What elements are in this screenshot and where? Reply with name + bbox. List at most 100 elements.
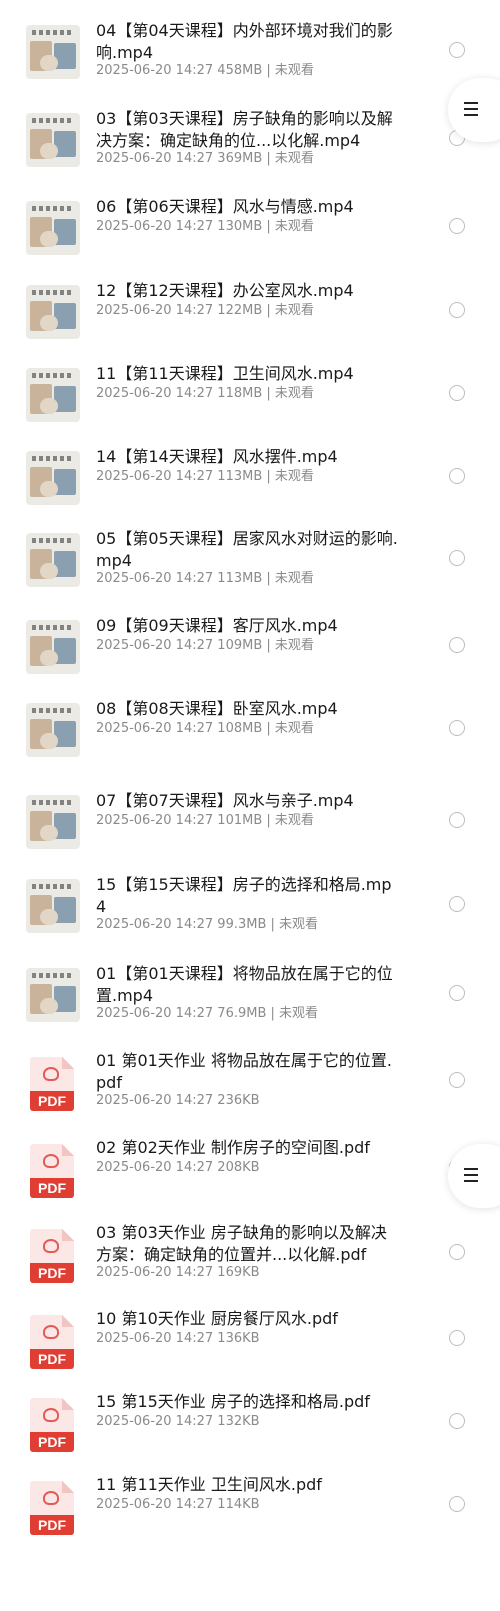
file-name: 04【第04天课程】内外部环境对我们的影响.mp4: [96, 21, 393, 62]
file-list-item[interactable]: 03【第03天课程】房子缺角的影响以及解决方案：确定缺角的位...以化解.mp4…: [0, 108, 500, 188]
file-list-item[interactable]: PDF 10 第10天作业 厨房餐厅风水.pdf 2025-06-20 14:27 …: [0, 1308, 500, 1388]
pdf-file-icon: PDF: [30, 1481, 74, 1535]
file-date: 2025-06-20 14:27: [96, 1006, 214, 1021]
file-date: 2025-06-20 14:27: [96, 1414, 214, 1429]
file-meta: 2025-06-20 14:27 118MB | 未观看: [96, 385, 416, 403]
file-list-item[interactable]: 04【第04天课程】内外部环境对我们的影响.mp4 2025-06-20 14:2…: [0, 20, 500, 100]
file-size: 113MB: [217, 469, 263, 484]
select-radio[interactable]: [449, 985, 465, 1001]
file-meta: 2025-06-20 14:27 76.9MB | 未观看: [96, 1005, 416, 1023]
watch-status: 未观看: [274, 63, 314, 78]
file-list-item[interactable]: 09【第09天课程】客厅风水.mp4 2025-06-20 14:27 109MB…: [0, 615, 500, 695]
select-radio[interactable]: [449, 896, 465, 912]
file-list-item[interactable]: 05【第05天课程】居家风水对财运的影响.mp4 2025-06-20 14:27…: [0, 528, 500, 608]
pdf-label: PDF: [30, 1091, 74, 1111]
file-size: 369MB: [217, 151, 263, 166]
select-radio[interactable]: [449, 468, 465, 484]
select-radio[interactable]: [449, 637, 465, 653]
file-date: 2025-06-20 14:27: [96, 1160, 214, 1175]
file-list-item[interactable]: PDF 02 第02天作业 制作房子的空间图.pdf 2025-06-20 14:2…: [0, 1137, 500, 1217]
watch-status: 未观看: [274, 151, 314, 166]
file-date: 2025-06-20 14:27: [96, 1265, 214, 1280]
select-radio[interactable]: [449, 1496, 465, 1512]
file-list-item[interactable]: PDF 15 第15天作业 房子的选择和格局.pdf 2025-06-20 14:2…: [0, 1391, 500, 1471]
file-size: 108MB: [217, 721, 263, 736]
meta-separator: |: [262, 219, 275, 234]
meta-separator: |: [262, 151, 275, 166]
meta-separator: |: [266, 917, 280, 932]
file-size: 132KB: [217, 1414, 260, 1429]
file-name: 12【第12天课程】办公室风水.mp4: [96, 281, 354, 300]
pdf-label: PDF: [30, 1263, 74, 1283]
file-size: 122MB: [217, 303, 263, 318]
video-thumbnail: [26, 201, 80, 255]
file-meta: 2025-06-20 14:27 236KB: [96, 1092, 416, 1110]
select-radio[interactable]: [449, 1072, 465, 1088]
watch-status: 未观看: [274, 386, 314, 401]
meta-separator: |: [262, 813, 275, 828]
select-radio[interactable]: [449, 1413, 465, 1429]
select-radio[interactable]: [449, 812, 465, 828]
file-list-item[interactable]: 15【第15天课程】房子的选择和格局.mp4 2025-06-20 14:27 9…: [0, 874, 500, 954]
pdf-file-icon: PDF: [30, 1398, 74, 1452]
pdf-label: PDF: [30, 1515, 74, 1535]
pdf-file-icon: PDF: [30, 1315, 74, 1369]
video-thumbnail: [26, 451, 80, 505]
file-size: 136KB: [217, 1331, 260, 1346]
select-radio[interactable]: [449, 385, 465, 401]
file-size: 113MB: [217, 571, 263, 586]
select-radio[interactable]: [449, 1330, 465, 1346]
select-radio[interactable]: [449, 218, 465, 234]
file-date: 2025-06-20 14:27: [96, 813, 214, 828]
file-name: 03【第03天课程】房子缺角的影响以及解决方案：确定缺角的位...以化解.mp4: [96, 109, 393, 150]
file-list-item[interactable]: 14【第14天课程】风水摆件.mp4 2025-06-20 14:27 113MB…: [0, 446, 500, 526]
select-radio[interactable]: [449, 42, 465, 58]
file-list-item[interactable]: PDF 03 第03天作业 房子缺角的影响以及解决方案：确定缺角的位置并...以化…: [0, 1222, 500, 1302]
video-thumbnail: [26, 620, 80, 674]
file-list-item[interactable]: PDF 01 第01天作业 将物品放在属于它的位置.pdf 2025-06-20 1…: [0, 1050, 500, 1130]
pdf-label: PDF: [30, 1178, 74, 1198]
watch-status: 未观看: [274, 638, 314, 653]
file-date: 2025-06-20 14:27: [96, 303, 214, 318]
file-list-item[interactable]: 07【第07天课程】风水与亲子.mp4 2025-06-20 14:27 101M…: [0, 790, 500, 870]
file-date: 2025-06-20 14:27: [96, 386, 214, 401]
file-size: 236KB: [217, 1093, 260, 1108]
meta-separator: |: [262, 469, 275, 484]
file-date: 2025-06-20 14:27: [96, 721, 214, 736]
meta-separator: |: [262, 638, 275, 653]
file-list-item[interactable]: 01【第01天课程】将物品放在属于它的位置.mp4 2025-06-20 14:2…: [0, 963, 500, 1043]
file-name: 14【第14天课程】风水摆件.mp4: [96, 447, 338, 466]
file-meta: 2025-06-20 14:27 108MB | 未观看: [96, 720, 416, 738]
video-thumbnail: [26, 795, 80, 849]
file-date: 2025-06-20 14:27: [96, 1497, 214, 1512]
file-list-item[interactable]: 11【第11天课程】卫生间风水.mp4 2025-06-20 14:27 118M…: [0, 363, 500, 443]
select-radio[interactable]: [449, 550, 465, 566]
file-meta: 2025-06-20 14:27 113MB | 未观看: [96, 468, 416, 486]
file-list-item[interactable]: PDF 11 第11天作业 卫生间风水.pdf 2025-06-20 14:27 1…: [0, 1474, 500, 1554]
watch-status: 未观看: [274, 571, 314, 586]
meta-separator: |: [266, 1006, 280, 1021]
file-meta: 2025-06-20 14:27 99.3MB | 未观看: [96, 916, 416, 934]
select-radio[interactable]: [449, 1244, 465, 1260]
file-list-item[interactable]: 06【第06天课程】风水与情感.mp4 2025-06-20 14:27 130M…: [0, 196, 500, 276]
file-name: 08【第08天课程】卧室风水.mp4: [96, 699, 338, 718]
video-thumbnail: [26, 879, 80, 933]
watch-status: 未观看: [274, 469, 314, 484]
video-thumbnail: [26, 533, 80, 587]
pdf-label: PDF: [30, 1432, 74, 1452]
file-date: 2025-06-20 14:27: [96, 917, 214, 932]
select-radio[interactable]: [449, 720, 465, 736]
file-size: 208KB: [217, 1160, 260, 1175]
file-size: 169KB: [217, 1265, 260, 1280]
pdf-file-icon: PDF: [30, 1144, 74, 1198]
meta-separator: |: [262, 386, 275, 401]
file-meta: 2025-06-20 14:27 130MB | 未观看: [96, 218, 416, 236]
file-name: 02 第02天作业 制作房子的空间图.pdf: [96, 1138, 370, 1157]
file-meta: 2025-06-20 14:27 208KB: [96, 1159, 416, 1177]
file-list-item[interactable]: 08【第08天课程】卧室风水.mp4 2025-06-20 14:27 108MB…: [0, 698, 500, 778]
file-name: 10 第10天作业 厨房餐厅风水.pdf: [96, 1309, 338, 1328]
file-list-item[interactable]: 12【第12天课程】办公室风水.mp4 2025-06-20 14:27 122M…: [0, 280, 500, 360]
file-date: 2025-06-20 14:27: [96, 1331, 214, 1346]
select-radio[interactable]: [449, 302, 465, 318]
file-date: 2025-06-20 14:27: [96, 151, 214, 166]
